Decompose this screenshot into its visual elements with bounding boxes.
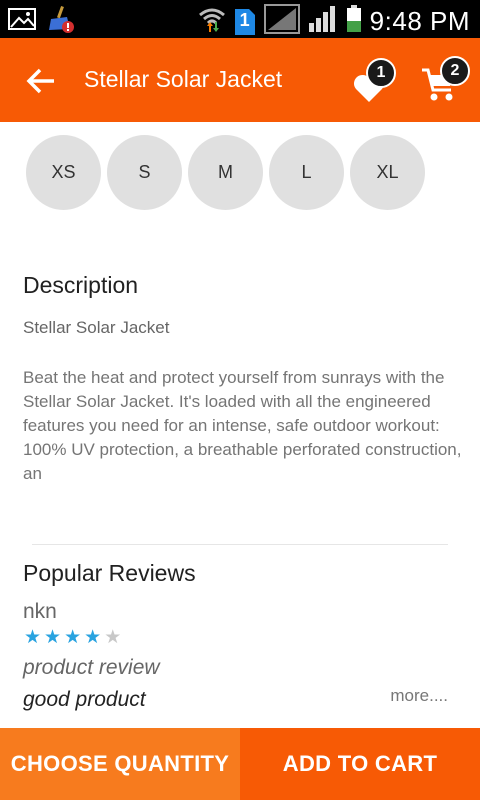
image-icon bbox=[8, 7, 36, 36]
broom-icon bbox=[46, 5, 76, 38]
description-heading: Description bbox=[23, 272, 139, 298]
review-body: good product bbox=[23, 688, 146, 711]
sim-number: 1 bbox=[239, 9, 250, 30]
star-empty-icon: ★ bbox=[104, 627, 122, 648]
signal-bars-icon bbox=[308, 5, 338, 38]
bottom-action-bar: CHOOSE QUANTITY ADD TO CART bbox=[0, 728, 480, 800]
size-option-xs[interactable]: XS bbox=[26, 135, 101, 210]
app-bar: Stellar Solar Jacket 1 2 bbox=[0, 38, 480, 122]
battery-icon bbox=[346, 5, 362, 38]
review-title: product review bbox=[23, 656, 160, 679]
sim-icon: 1 bbox=[234, 8, 256, 36]
star-filled-icon: ★ bbox=[84, 627, 102, 648]
size-selector: XS S M L XL bbox=[26, 135, 425, 210]
status-bar: 1 9:48 PM bbox=[0, 0, 480, 38]
status-time: 9:48 PM bbox=[369, 6, 470, 36]
wishlist-badge: 1 bbox=[366, 58, 396, 88]
wifi-icon bbox=[198, 5, 226, 38]
size-option-xl[interactable]: XL bbox=[350, 135, 425, 210]
choose-quantity-button[interactable]: CHOOSE QUANTITY bbox=[0, 728, 240, 800]
reviewer-name: nkn bbox=[23, 600, 57, 623]
reviews-heading: Popular Reviews bbox=[23, 560, 196, 586]
star-filled-icon: ★ bbox=[44, 627, 62, 648]
divider bbox=[32, 544, 448, 545]
star-rating: ★ ★ ★ ★ ★ bbox=[24, 628, 121, 648]
cart-badge: 2 bbox=[440, 56, 470, 86]
description-body: Beat the heat and protect yourself from … bbox=[23, 368, 462, 483]
page-title: Stellar Solar Jacket bbox=[84, 66, 283, 92]
arrow-left-icon bbox=[26, 68, 54, 94]
star-filled-icon: ★ bbox=[64, 627, 82, 648]
cart-button[interactable]: 2 bbox=[420, 56, 474, 106]
star-filled-icon: ★ bbox=[24, 627, 42, 648]
size-option-s[interactable]: S bbox=[107, 135, 182, 210]
wishlist-button[interactable]: 1 bbox=[352, 58, 402, 106]
more-link[interactable]: more.... bbox=[390, 686, 448, 706]
back-button[interactable] bbox=[24, 64, 58, 98]
description-subtitle: Stellar Solar Jacket bbox=[23, 318, 170, 337]
size-option-l[interactable]: L bbox=[269, 135, 344, 210]
signal-icon bbox=[263, 4, 300, 39]
size-option-m[interactable]: M bbox=[188, 135, 263, 210]
add-to-cart-button[interactable]: ADD TO CART bbox=[240, 728, 480, 800]
